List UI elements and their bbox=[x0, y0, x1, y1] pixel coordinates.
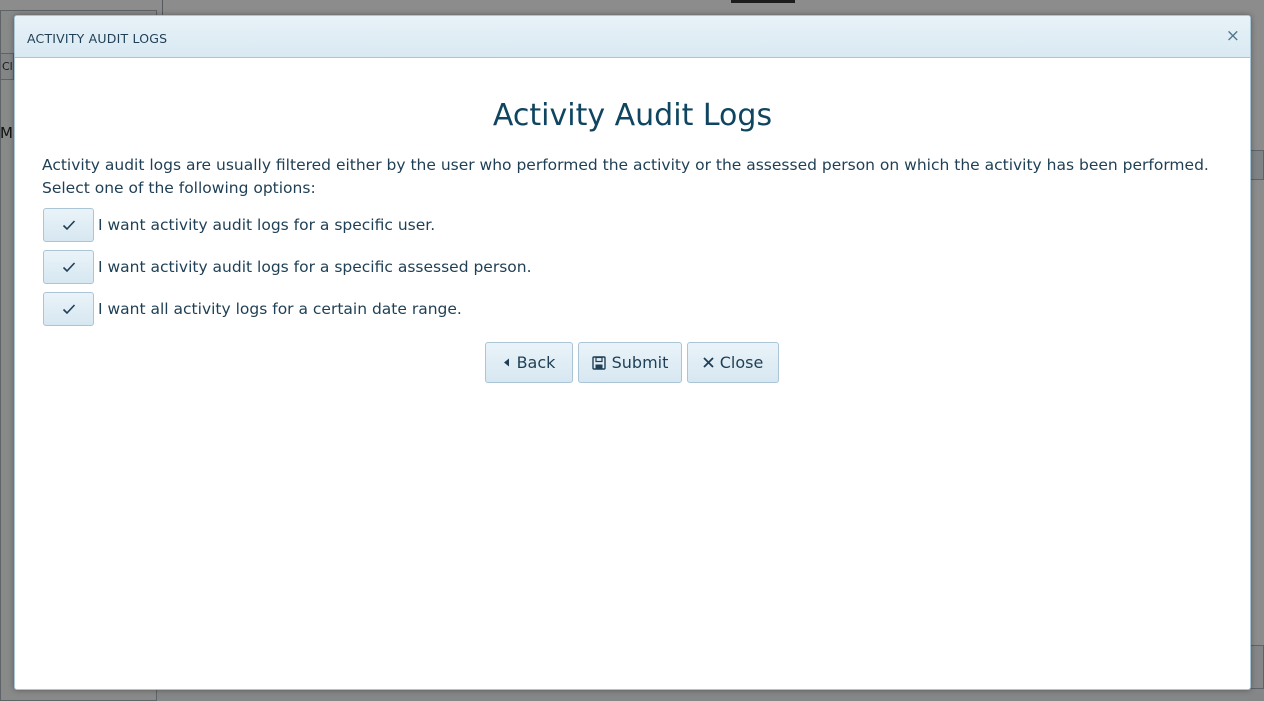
option-label: I want all activity logs for a certain d… bbox=[98, 300, 462, 318]
back-button-label: Back bbox=[516, 353, 556, 372]
close-icon bbox=[703, 357, 714, 368]
submit-button[interactable]: Submit bbox=[578, 342, 682, 383]
option-label: I want activity audit logs for a specifi… bbox=[98, 216, 436, 234]
option-specific-user: I want activity audit logs for a specifi… bbox=[43, 208, 435, 242]
dialog-header: ACTIVITY AUDIT LOGS × bbox=[15, 16, 1250, 58]
checkmark-icon bbox=[62, 262, 75, 273]
option-label: I want activity audit logs for a specifi… bbox=[98, 258, 532, 276]
option-assessed-person: I want activity audit logs for a specifi… bbox=[43, 250, 532, 284]
activity-audit-logs-dialog: ACTIVITY AUDIT LOGS × Activity Audit Log… bbox=[14, 15, 1251, 690]
intro-text: Activity audit logs are usually filtered… bbox=[42, 156, 1209, 197]
save-icon bbox=[591, 355, 606, 370]
dialog-actions: Back Submit Close bbox=[485, 342, 779, 383]
checkmark-icon bbox=[62, 220, 75, 231]
option-date-range-button[interactable] bbox=[43, 292, 94, 326]
dialog-title: ACTIVITY AUDIT LOGS bbox=[27, 31, 168, 46]
close-icon[interactable]: × bbox=[1226, 26, 1240, 46]
checkmark-icon bbox=[62, 304, 75, 315]
close-button[interactable]: Close bbox=[687, 342, 779, 383]
submit-button-label: Submit bbox=[611, 353, 669, 372]
option-assessed-person-button[interactable] bbox=[43, 250, 94, 284]
close-button-label: Close bbox=[719, 353, 764, 372]
caret-left-icon bbox=[503, 358, 511, 367]
option-date-range: I want all activity logs for a certain d… bbox=[43, 292, 462, 326]
page-title: Activity Audit Logs bbox=[492, 98, 773, 133]
back-button[interactable]: Back bbox=[485, 342, 573, 383]
option-specific-user-button[interactable] bbox=[43, 208, 94, 242]
